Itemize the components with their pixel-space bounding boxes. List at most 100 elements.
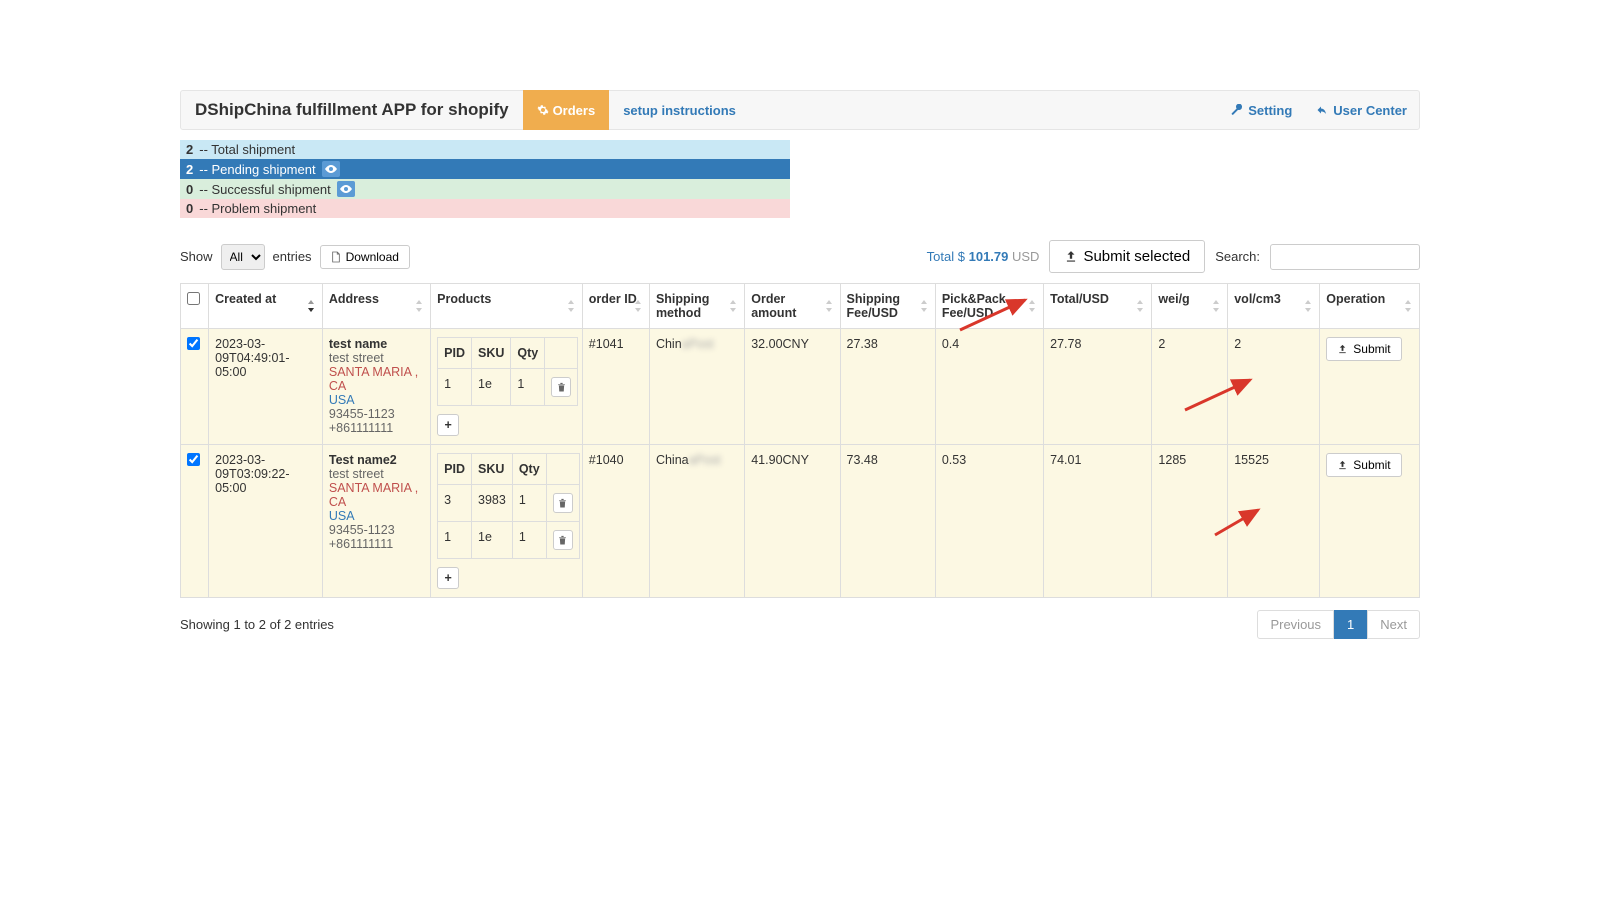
wrench-icon bbox=[1231, 104, 1243, 116]
delete-product-button[interactable] bbox=[553, 530, 573, 550]
gear-icon bbox=[537, 104, 549, 116]
col-order-amount[interactable]: Order amount bbox=[745, 284, 840, 329]
cell-shipping-fee: 27.38 bbox=[840, 329, 935, 445]
upload-icon bbox=[1064, 250, 1078, 264]
col-vol-cm3[interactable]: vol/cm3 bbox=[1228, 284, 1320, 329]
eye-icon[interactable] bbox=[322, 161, 340, 177]
col-products[interactable]: Products bbox=[431, 284, 583, 329]
cell-wei-g: 2 bbox=[1152, 329, 1228, 445]
table-row: 2023-03-09T04:49:01-05:00test nametest s… bbox=[181, 329, 1420, 445]
status-total: 2 -- Total shipment bbox=[180, 140, 790, 159]
delete-product-button[interactable] bbox=[551, 377, 571, 397]
cell-operation: Submit bbox=[1320, 445, 1420, 598]
page-next[interactable]: Next bbox=[1367, 610, 1420, 639]
sort-icon bbox=[1303, 300, 1313, 312]
product-row: 11e1 bbox=[438, 369, 578, 406]
total-line: Total $ 101.79 USD bbox=[927, 249, 1040, 264]
products-subtable: PIDSKUQty11e1 bbox=[437, 337, 578, 406]
col-pickpack-fee[interactable]: Pick&Pack Fee/USD bbox=[935, 284, 1043, 329]
file-icon bbox=[331, 251, 341, 263]
col-order-id[interactable]: order ID bbox=[582, 284, 649, 329]
cell-operation: Submit bbox=[1320, 329, 1420, 445]
cell-created-at: 2023-03-09T03:09:22-05:00 bbox=[209, 445, 323, 598]
select-all-checkbox[interactable] bbox=[187, 292, 200, 305]
toolbar: Show All entries Download Total $ 101.79… bbox=[180, 240, 1420, 273]
col-total-usd[interactable]: Total/USD bbox=[1044, 284, 1152, 329]
cell-total-usd: 74.01 bbox=[1044, 445, 1152, 598]
cell-pickpack-fee: 0.53 bbox=[935, 445, 1043, 598]
tab-setup[interactable]: setup instructions bbox=[609, 90, 750, 130]
cell-products: PIDSKUQty11e1 + bbox=[431, 329, 583, 445]
products-subtable: PIDSKUQty33983111e1 bbox=[437, 453, 580, 559]
entries-label: entries bbox=[273, 249, 312, 264]
col-shipping-method[interactable]: Shipping method bbox=[649, 284, 744, 329]
status-pending[interactable]: 2 -- Pending shipment bbox=[180, 159, 790, 179]
cell-vol-cm3: 15525 bbox=[1228, 445, 1320, 598]
search-input[interactable] bbox=[1270, 244, 1420, 270]
topbar: DShipChina fulfillment APP for shopify O… bbox=[180, 90, 1420, 130]
submit-selected-button[interactable]: Submit selected bbox=[1049, 240, 1205, 273]
app-title: DShipChina fulfillment APP for shopify bbox=[181, 100, 523, 120]
tab-setup-label: setup instructions bbox=[623, 103, 736, 118]
delete-product-button[interactable] bbox=[553, 493, 573, 513]
cell-order-amount: 32.00CNY bbox=[745, 329, 840, 445]
submit-row-button[interactable]: Submit bbox=[1326, 453, 1401, 477]
table-header-row: Created at Address Products order ID Shi… bbox=[181, 284, 1420, 329]
cell-order-id: #1040 bbox=[582, 445, 649, 598]
sort-icon bbox=[919, 300, 929, 312]
cell-shipping-method: ChinaaPost bbox=[649, 445, 744, 598]
table-footer: Showing 1 to 2 of 2 entries Previous 1 N… bbox=[180, 610, 1420, 639]
sort-icon bbox=[1135, 300, 1145, 312]
sort-icon bbox=[306, 300, 316, 312]
col-checkbox bbox=[181, 284, 209, 329]
tab-orders[interactable]: Orders bbox=[523, 90, 610, 130]
cell-products: PIDSKUQty33983111e1 + bbox=[431, 445, 583, 598]
cell-order-id: #1041 bbox=[582, 329, 649, 445]
pagination: Previous 1 Next bbox=[1257, 610, 1420, 639]
add-product-button[interactable]: + bbox=[437, 414, 459, 436]
cell-pickpack-fee: 0.4 bbox=[935, 329, 1043, 445]
showing-info: Showing 1 to 2 of 2 entries bbox=[180, 617, 334, 632]
cell-shipping-fee: 73.48 bbox=[840, 445, 935, 598]
reply-icon bbox=[1316, 104, 1328, 116]
add-product-button[interactable]: + bbox=[437, 567, 459, 589]
page-1[interactable]: 1 bbox=[1334, 610, 1367, 639]
status-summary: 2 -- Total shipment 2 -- Pending shipmen… bbox=[180, 140, 790, 218]
sort-icon bbox=[566, 300, 576, 312]
col-created-at[interactable]: Created at bbox=[209, 284, 323, 329]
cell-address: test nametest streetSANTA MARIA , CAUSA9… bbox=[322, 329, 430, 445]
tab-orders-label: Orders bbox=[553, 103, 596, 118]
cell-wei-g: 1285 bbox=[1152, 445, 1228, 598]
sort-icon bbox=[633, 300, 643, 312]
cell-total-usd: 27.78 bbox=[1044, 329, 1152, 445]
cell-created-at: 2023-03-09T04:49:01-05:00 bbox=[209, 329, 323, 445]
show-select[interactable]: All bbox=[221, 244, 265, 270]
orders-table: Created at Address Products order ID Shi… bbox=[180, 283, 1420, 598]
product-row: 11e1 bbox=[438, 522, 580, 559]
sort-icon bbox=[1027, 300, 1037, 312]
cell-address: Test name2test streetSANTA MARIA , CAUSA… bbox=[322, 445, 430, 598]
cell-order-amount: 41.90CNY bbox=[745, 445, 840, 598]
sort-icon bbox=[1403, 300, 1413, 312]
link-setting[interactable]: Setting bbox=[1219, 103, 1304, 118]
col-wei-g[interactable]: wei/g bbox=[1152, 284, 1228, 329]
search-label: Search: bbox=[1215, 249, 1260, 264]
status-success[interactable]: 0 -- Successful shipment bbox=[180, 179, 790, 199]
link-user-center[interactable]: User Center bbox=[1304, 103, 1419, 118]
col-operation[interactable]: Operation bbox=[1320, 284, 1420, 329]
col-address[interactable]: Address bbox=[322, 284, 430, 329]
page-prev[interactable]: Previous bbox=[1257, 610, 1334, 639]
status-problem: 0 -- Problem shipment bbox=[180, 199, 790, 218]
sort-icon bbox=[728, 300, 738, 312]
col-shipping-fee[interactable]: Shipping Fee/USD bbox=[840, 284, 935, 329]
sort-icon bbox=[824, 300, 834, 312]
eye-icon[interactable] bbox=[337, 181, 355, 197]
product-row: 339831 bbox=[438, 485, 580, 522]
sort-icon bbox=[414, 300, 424, 312]
table-row: 2023-03-09T03:09:22-05:00Test name2test … bbox=[181, 445, 1420, 598]
row-checkbox[interactable] bbox=[187, 337, 200, 350]
row-checkbox[interactable] bbox=[187, 453, 200, 466]
cell-shipping-method: ChinaPost bbox=[649, 329, 744, 445]
download-button[interactable]: Download bbox=[320, 245, 410, 269]
submit-row-button[interactable]: Submit bbox=[1326, 337, 1401, 361]
